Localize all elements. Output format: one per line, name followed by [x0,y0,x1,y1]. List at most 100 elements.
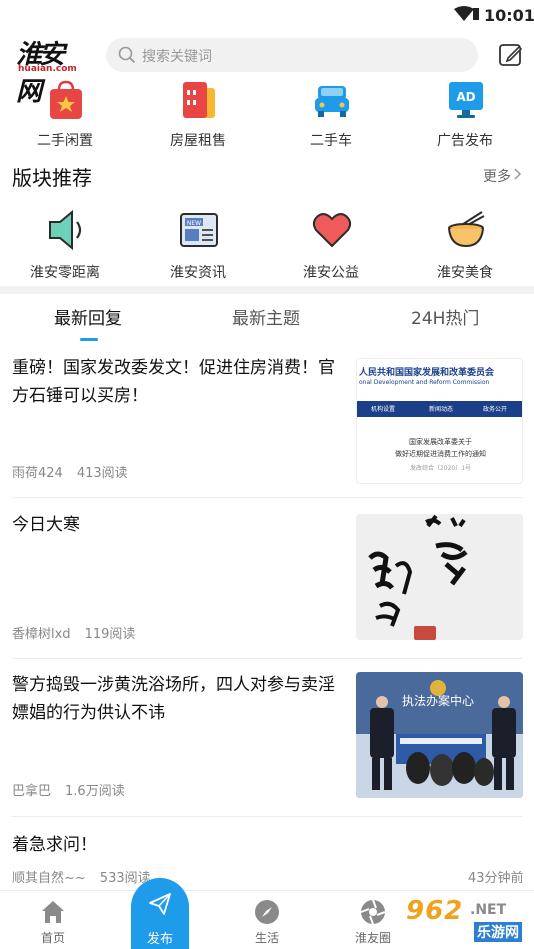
status-time: 10:01 [484,6,534,25]
search-placeholder: 搜索关键词 [142,49,212,65]
thumb-org-name: 人民共和国国家发展和改革委员会 [359,368,495,378]
board-label: 淮安资讯 [170,265,226,281]
quick-link-label: 二手闲置 [37,133,93,149]
post-reads: 119阅读 [84,627,136,642]
quick-link-ad[interactable]: AD 广告发布 [410,78,520,154]
search-icon [118,46,136,64]
thumb-doc-no: 发改综合〔2020〕1号 [409,465,472,472]
newspaper-icon: NEW [180,213,218,247]
post-author: 顺其自然~~ [12,871,86,886]
thumb-doc-title-2: 做好近期促进消费工作的通知 [395,450,486,458]
tab-latest-replies[interactable]: 最新回复 [54,304,122,329]
post-title: 警方捣毁一涉黄洗浴场所，四人对参与卖淫嫖娼的行为供认不讳 [12,675,335,723]
nav-life[interactable]: 生活 [232,899,302,949]
cards-icon [183,82,215,118]
bowl-icon [448,211,485,248]
section-title: 版块推荐 [12,166,92,190]
board-item-food[interactable]: 淮安美食 [410,206,520,284]
quick-link-secondhand[interactable]: 二手闲置 [10,78,120,154]
feed-tabs: 最新回复 最新主题 24H热门 [0,294,534,344]
nav-label: 生活 [254,931,279,945]
quick-links: 二手闲置 房屋租售 二手车 AD 广告发布 [0,78,534,154]
post-item[interactable]: 今日大寒 香樟树lxd 119阅读 [0,501,534,659]
search-input[interactable]: 搜索关键词 [106,38,478,72]
post-thumbnail [356,514,523,640]
calligraphy-image [356,514,523,640]
post-meta: 巴拿巴 1.6万阅读 [12,780,125,799]
post-item[interactable]: 警方捣毁一涉黄洗浴场所，四人对参与卖淫嫖娼的行为供认不讳 巴拿巴 1.6万阅读 [0,659,534,817]
tab-latest-topics[interactable]: 最新主题 [232,304,300,329]
post-meta: 雨荷424 413阅读 [12,462,128,481]
section-divider [0,286,534,294]
heart-icon [312,213,352,248]
board-item-distance[interactable]: 淮安零距离 [10,206,120,284]
thumb-org-en: onal Development and Reform Commission [359,379,490,386]
thumb-header: 人民共和国国家发展和改革委员会 onal Development and Ref… [357,359,522,397]
more-link[interactable]: 更多 [483,166,511,186]
aperture-icon [360,899,386,925]
watermark-brand: 962 [406,896,464,926]
post-author: 巴拿巴 [12,784,52,799]
nav-home[interactable]: 首页 [18,899,88,949]
publish-button[interactable]: 发布 [131,878,189,949]
board-label: 淮安美食 [437,265,493,281]
thumb-sign: 执法办案中心 [402,694,475,708]
app-header: 淮安网 huaian.com 搜索关键词 [0,30,534,107]
post-title: 今日大寒 [12,515,80,535]
tab-24h-hot[interactable]: 24H热门 [411,304,479,329]
post-time: 43分钟前 [468,871,524,886]
post-title: 着急求问！ [12,835,97,855]
logo-domain: huaian.com [18,64,77,74]
compose-button[interactable] [498,42,524,68]
active-tab-indicator [80,338,98,341]
quick-link-housing[interactable]: 房屋租售 [143,78,253,154]
watermark-domain: .NET [470,902,507,918]
compass-icon [255,900,279,924]
wifi-icon [454,6,474,21]
home-icon [42,901,64,923]
post-separator [12,497,522,498]
paper-plane-icon [149,893,171,915]
watermark-name: 乐游网 [474,922,522,942]
svg-text:AD: AD [456,90,475,104]
post-thumbnail: 人民共和国国家发展和改革委员会 onal Development and Ref… [356,358,523,484]
police-photo [356,672,523,798]
svg-text:NEW: NEW [187,220,201,227]
nav-label: 首页 [40,931,65,945]
thumb-nav-bar: 机构设置 新闻动态 政务公开 [357,401,522,417]
quick-link-label: 房屋租售 [170,133,226,149]
board-label: 淮安公益 [303,265,359,281]
thumb-doc-title-1: 国家发展改革委关于 [409,438,472,446]
post-author: 雨荷424 [12,466,63,481]
post-item[interactable]: 着急求问！ 顺其自然~~ 533阅读 43分钟前 [0,817,534,891]
thumb-nav-item: 新闻动态 [429,406,454,413]
status-bar: 10:01 [0,0,534,30]
speaker-icon [49,209,82,251]
board-recommend-header: 版块推荐 更多 [0,158,534,194]
battery-icon [473,8,479,20]
shopping-bag-icon [50,80,82,119]
board-label: 淮安零距离 [30,265,100,281]
board-item-news[interactable]: NEW 淮安资讯 [143,206,253,284]
ad-icon: AD [449,82,483,118]
post-author: 香樟树lxd [12,627,71,642]
chevron-right-icon [514,168,522,180]
post-reads: 1.6万阅读 [65,784,125,799]
board-list: 淮安零距离 NEW 淮安资讯 淮安公益 淮安美食 [0,206,534,284]
post-meta: 香樟树lxd 119阅读 [12,623,135,642]
quick-link-label: 广告发布 [437,133,493,149]
watermark: 962 .NET 乐游网 [398,896,528,946]
app-logo[interactable]: 淮安网 huaian.com [12,34,84,107]
publish-label: 发布 [146,932,173,947]
quick-link-used-car[interactable]: 二手车 [276,78,386,154]
post-reads: 413阅读 [76,466,128,481]
thumb-nav-item: 机构设置 [371,406,396,413]
board-item-charity[interactable]: 淮安公益 [276,206,386,284]
quick-link-label: 二手车 [310,133,352,149]
post-meta: 顺其自然~~ 533阅读 [12,867,151,886]
post-item[interactable]: 重磅！国家发改委发文！促进住房消费！官方石锤可以买房！ 雨荷424 413阅读 人… [0,344,534,498]
thumb-nav-item: 政务公开 [483,406,508,413]
post-thumbnail: 执法办案中心 [356,672,523,798]
car-icon [315,86,349,117]
post-title: 重磅！国家发改委发文！促进住房消费！官方石锤可以买房！ [12,358,335,406]
